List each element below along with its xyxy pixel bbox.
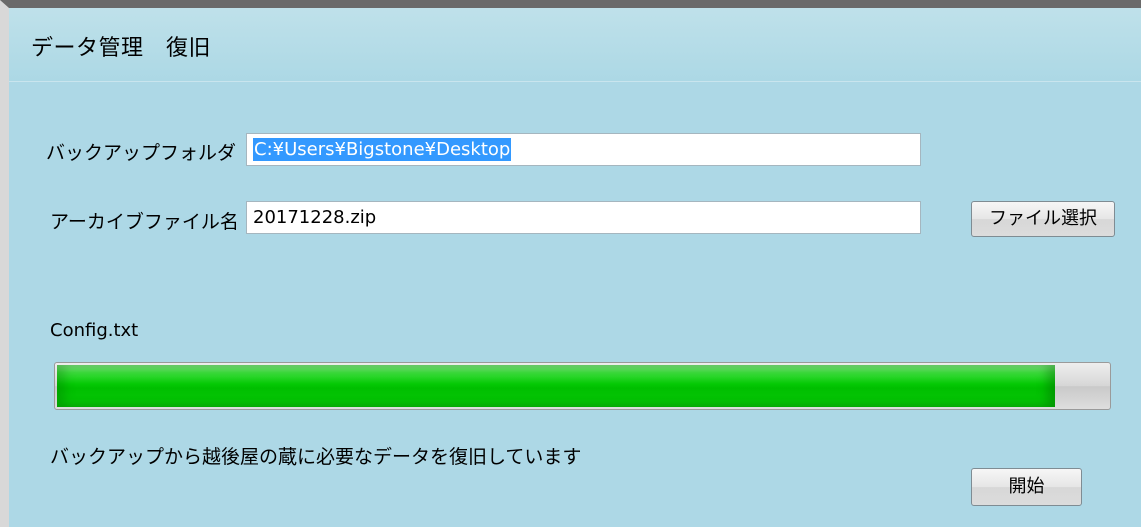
current-file-label: Config.txt: [50, 320, 139, 341]
status-message: バックアップから越後屋の蔵に必要なデータを復旧しています: [50, 446, 582, 468]
backup-folder-input[interactable]: C:¥Users¥Bigstone¥Desktop: [246, 133, 921, 166]
window-title: データ管理 復旧: [31, 36, 212, 61]
start-button[interactable]: 開始: [971, 468, 1082, 506]
backup-folder-value: C:¥Users¥Bigstone¥Desktop: [253, 138, 512, 161]
restore-progress-bar: [54, 362, 1111, 410]
backup-folder-label: バックアップフォルダ: [46, 142, 237, 164]
title-bar: データ管理 復旧: [9, 8, 1141, 82]
restore-dialog: データ管理 復旧 バックアップフォルダ C:¥Users¥Bigstone¥De…: [0, 0, 1141, 527]
archive-file-input[interactable]: 20171228.zip: [246, 201, 921, 234]
archive-file-label: アーカイブファイル名: [50, 211, 239, 233]
progress-fill: [57, 365, 1055, 407]
select-file-button[interactable]: ファイル選択: [971, 201, 1115, 237]
